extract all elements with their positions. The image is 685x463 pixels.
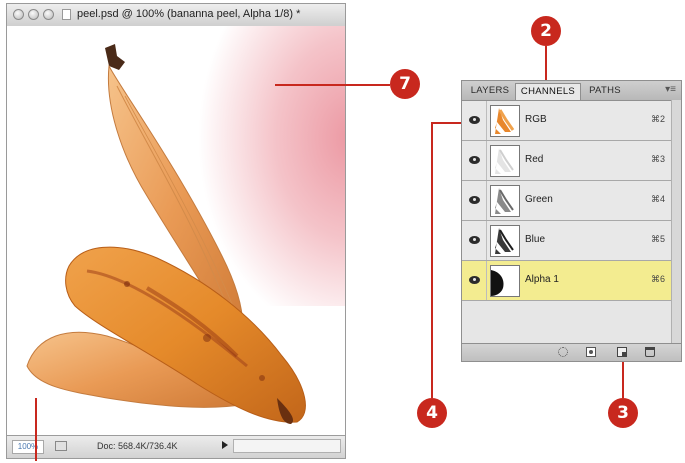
channel-shortcut: ⌘2 [650, 114, 665, 124]
visibility-toggle[interactable] [462, 221, 487, 260]
visibility-toggle[interactable] [462, 141, 487, 180]
panel-tab-bar: LAYERS CHANNELS PATHS ▾≡ [462, 81, 681, 101]
channels-panel: LAYERS CHANNELS PATHS ▾≡ RGB ⌘2 Red ⌘3 G… [461, 80, 682, 362]
eye-icon [469, 236, 480, 244]
channel-row-alpha-1[interactable]: Alpha 1 ⌘6 [462, 261, 673, 301]
tab-layers[interactable]: LAYERS [466, 83, 514, 100]
banana-peel-image [26, 44, 306, 424]
document-profile-icon[interactable] [55, 441, 67, 451]
callout-2: 2 [531, 16, 561, 46]
eye-icon [469, 116, 480, 124]
tab-paths[interactable]: PATHS [583, 83, 627, 100]
document-size-info: Doc: 568.4K/736.4K [97, 441, 178, 451]
panel-menu-icon[interactable]: ▾≡ [665, 85, 676, 95]
channel-shortcut: ⌘4 [650, 194, 665, 204]
channel-shortcut: ⌘3 [650, 154, 665, 164]
channel-name: Alpha 1 [525, 274, 559, 285]
zoom-field-leader [35, 398, 37, 461]
channel-thumbnail [490, 105, 520, 137]
eye-icon [469, 156, 480, 164]
panel-scrollbar[interactable] [671, 100, 681, 345]
channel-shortcut: ⌘5 [650, 234, 665, 244]
channel-thumbnail [490, 145, 520, 177]
channel-thumbnail [490, 265, 520, 297]
callout-4-leader-vertical [431, 123, 433, 398]
document-title-bar[interactable]: peel.psd @ 100% (bananna peel, Alpha 1/8… [7, 4, 345, 27]
zoom-window-button[interactable] [43, 9, 54, 20]
save-selection-icon[interactable] [586, 347, 596, 357]
visibility-toggle[interactable] [462, 181, 487, 220]
status-menu-arrow-icon[interactable] [222, 441, 228, 449]
visibility-toggle[interactable] [462, 101, 487, 140]
trash-icon[interactable] [645, 347, 655, 357]
callout-3: 3 [608, 398, 638, 428]
load-selection-icon[interactable] [558, 347, 568, 357]
channel-shortcut: ⌘6 [650, 274, 665, 284]
channel-row-rgb[interactable]: RGB ⌘2 [462, 101, 673, 141]
tab-channels[interactable]: CHANNELS [515, 83, 581, 100]
document-window: peel.psd @ 100% (bananna peel, Alpha 1/8… [6, 3, 346, 459]
eye-icon [469, 196, 480, 204]
channel-name: Blue [525, 234, 546, 245]
channel-name: Green [525, 194, 553, 205]
channel-thumbnail [490, 185, 520, 217]
zoom-level-field[interactable]: 100% [12, 440, 44, 454]
channel-name: RGB [525, 114, 547, 125]
close-window-button[interactable] [13, 9, 24, 20]
channel-row-red[interactable]: Red ⌘3 [462, 141, 673, 181]
minimize-window-button[interactable] [28, 9, 39, 20]
eye-icon [469, 276, 480, 284]
callout-4: 4 [417, 398, 447, 428]
horizontal-scrollbar[interactable] [233, 439, 341, 453]
channel-name: Red [525, 154, 544, 165]
image-canvas[interactable] [7, 26, 345, 436]
document-title: peel.psd @ 100% (bananna peel, Alpha 1/8… [77, 8, 301, 20]
channel-row-blue[interactable]: Blue ⌘5 [462, 221, 673, 261]
document-proxy-icon[interactable] [62, 9, 71, 20]
channel-row-green[interactable]: Green ⌘4 [462, 181, 673, 221]
callout-7: 7 [390, 69, 420, 99]
panel-bottom-bar [462, 343, 681, 361]
channel-thumbnail [490, 225, 520, 257]
callout-7-leader [275, 84, 390, 86]
new-channel-icon[interactable] [617, 347, 627, 357]
visibility-toggle[interactable] [462, 261, 487, 300]
document-status-bar: 100% Doc: 568.4K/736.4K [7, 435, 345, 458]
